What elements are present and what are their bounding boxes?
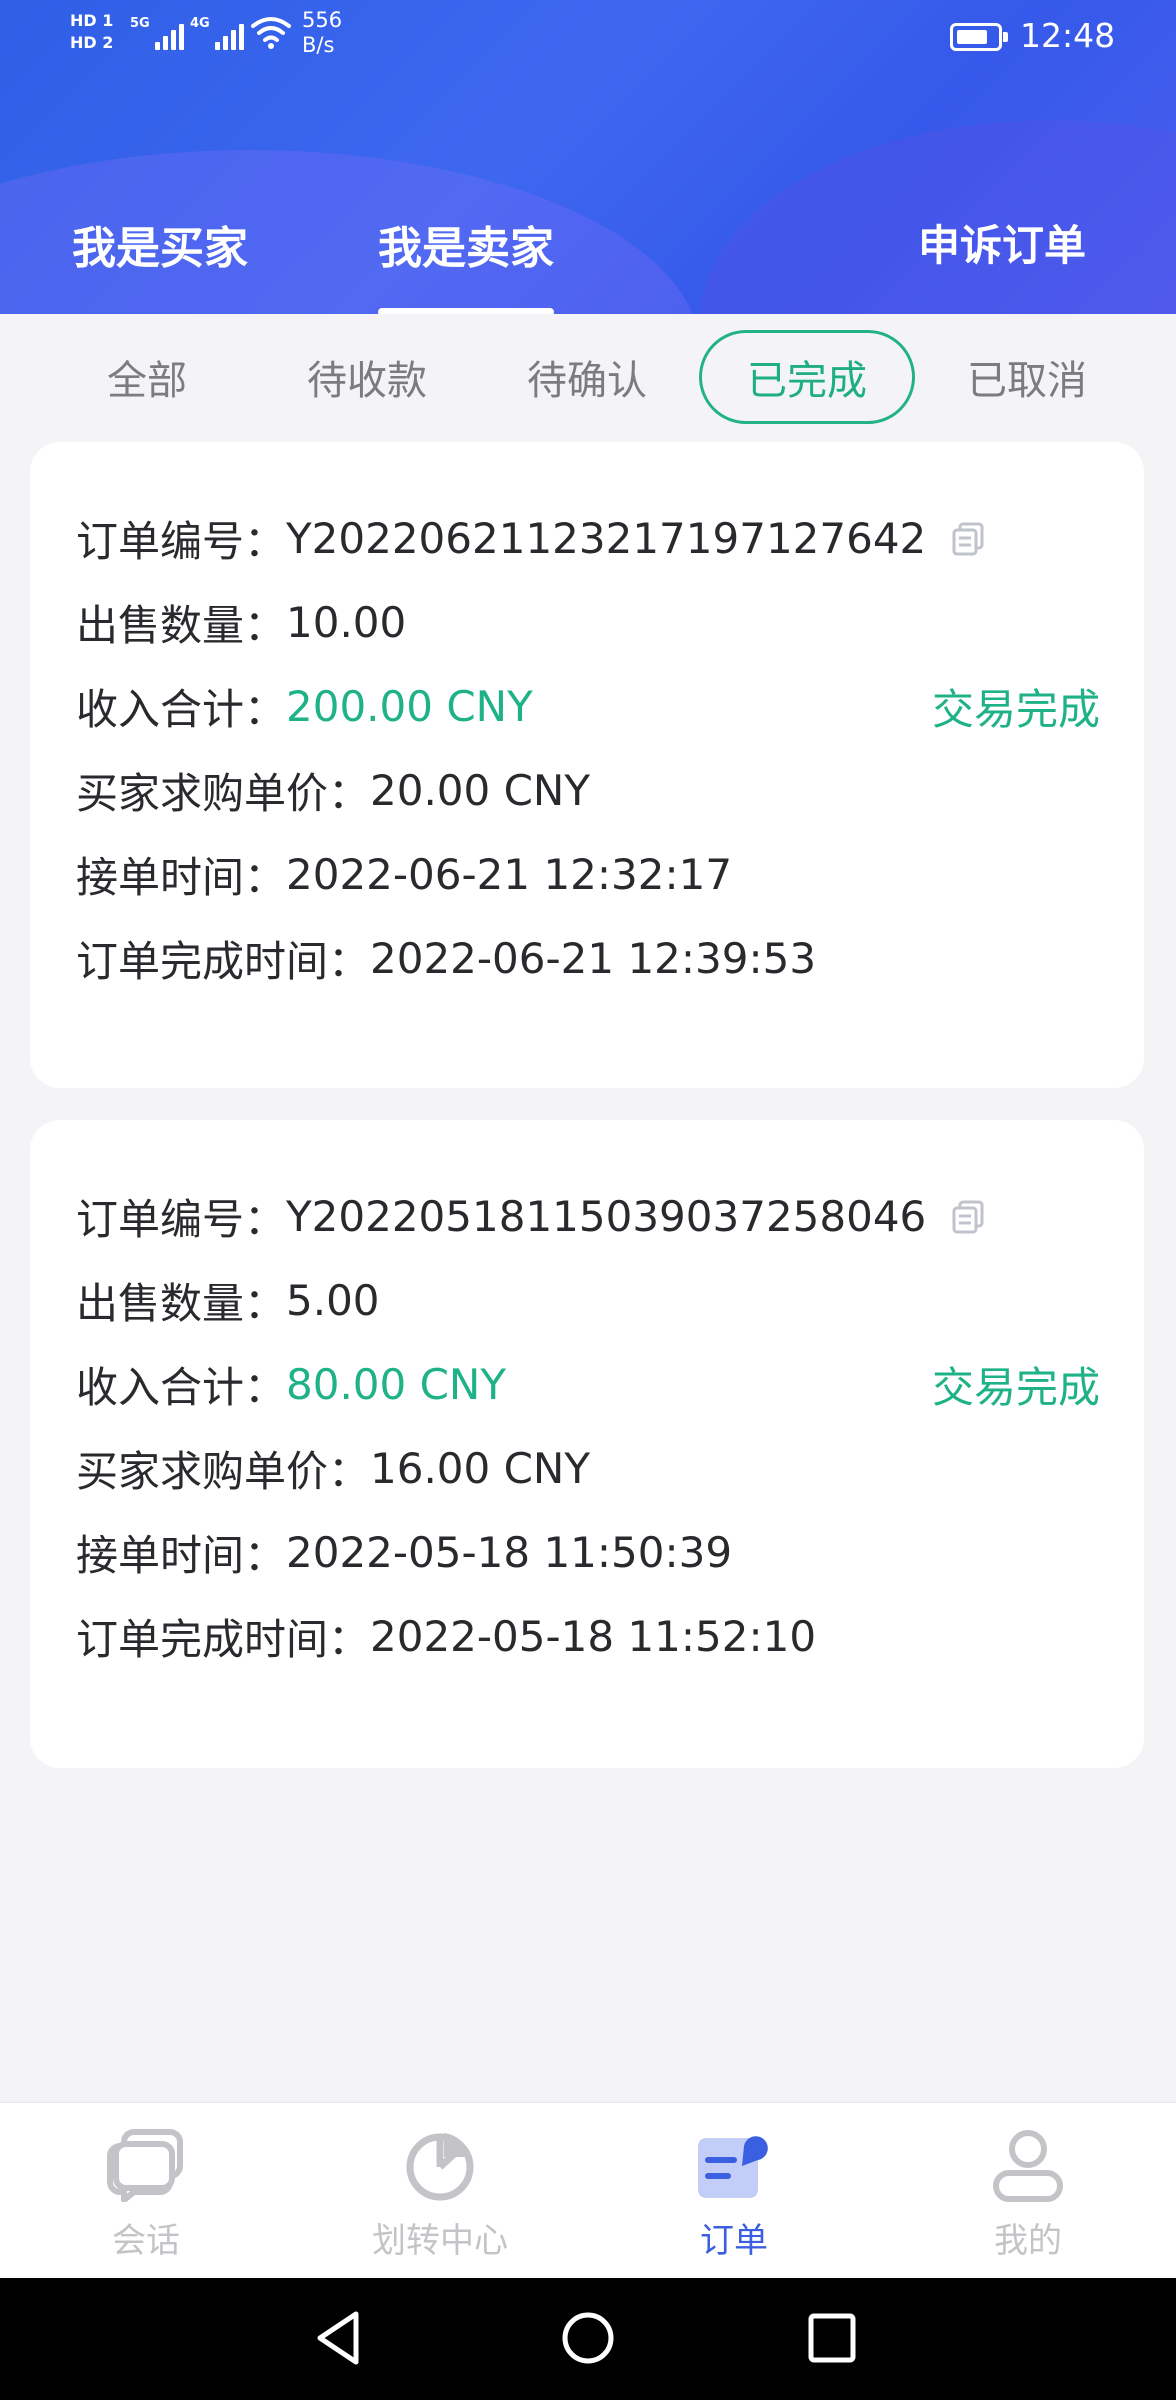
clock: 12:48	[1020, 16, 1116, 55]
nav-transfer-center-label: 划转中心	[372, 2221, 508, 2261]
accept-time-label: 接单时间：	[76, 853, 287, 902]
system-nav-bar	[0, 2278, 1176, 2400]
order-number-row: 订单编号： Y20220621123217197127642	[76, 508, 988, 569]
home-icon[interactable]	[560, 2308, 616, 2368]
unit-price-row: 买家求购单价： 16.00 CNY	[76, 1438, 590, 1499]
unit-price-row: 买家求购单价： 20.00 CNY	[76, 760, 590, 821]
unit-price-label: 买家求购单价：	[76, 769, 371, 818]
tab-seller[interactable]: 我是卖家	[378, 212, 554, 314]
back-icon[interactable]	[312, 2308, 364, 2368]
quantity-row: 出售数量： 10.00	[76, 592, 406, 653]
person-icon	[993, 2130, 1063, 2202]
network-type-label: 4G	[190, 16, 210, 31]
header: HD 1 HD 2 5G 4G 556 B/s 12:48 我是买家 我是卖家 …	[0, 0, 1176, 314]
appeal-order-button[interactable]: 申诉订单	[918, 212, 1086, 273]
status-bar: HD 1 HD 2 5G 4G 556 B/s 12:48	[0, 0, 1176, 80]
income-value: 200.00 CNY	[286, 682, 533, 731]
quantity-row: 出售数量： 5.00	[76, 1270, 380, 1331]
order-number-label: 订单编号：	[76, 1195, 287, 1244]
income-row: 收入合计： 80.00 CNY	[76, 1354, 506, 1415]
income-value: 80.00 CNY	[286, 1360, 507, 1409]
complete-time-row: 订单完成时间： 2022-05-18 11:52:10	[76, 1606, 816, 1667]
network-speed-unit: B/s	[302, 33, 335, 57]
income-row: 收入合计： 200.00 CNY	[76, 676, 533, 737]
order-number-label: 订单编号：	[76, 517, 287, 566]
nav-mine[interactable]: 我的	[928, 2103, 1128, 2279]
income-label: 收入合计：	[76, 685, 287, 734]
accept-time-value: 2022-05-18 11:50:39	[286, 1528, 733, 1577]
order-number-row: 订单编号： Y20220518115039037258046	[76, 1186, 988, 1247]
status-badge: 交易完成	[931, 1363, 1100, 1412]
income-label: 收入合计：	[76, 1363, 287, 1412]
order-number-value: Y20220621123217197127642	[286, 514, 927, 563]
copy-icon[interactable]	[950, 1198, 988, 1236]
nav-orders[interactable]: 订单	[634, 2103, 834, 2279]
accept-time-row: 接单时间： 2022-05-18 11:50:39	[76, 1522, 732, 1583]
sim2-label: HD 2	[70, 33, 114, 52]
complete-time-label: 订单完成时间：	[76, 937, 371, 986]
filter-completed[interactable]: 已完成	[699, 330, 915, 424]
complete-time-row: 订单完成时间： 2022-06-21 12:39:53	[76, 928, 816, 989]
quantity-value: 10.00	[286, 598, 407, 647]
accept-time-row: 接单时间： 2022-06-21 12:32:17	[76, 844, 732, 905]
tab-buyer[interactable]: 我是买家	[72, 212, 248, 276]
complete-time-value: 2022-05-18 11:52:10	[370, 1612, 817, 1661]
sim1-label: HD 1	[70, 11, 114, 30]
battery-icon	[950, 23, 1008, 51]
nav-chat[interactable]: 会话	[46, 2103, 246, 2279]
signal-4g-icon: 4G	[190, 16, 244, 50]
status-filter-bar: 全部 待收款 待确认 已完成 已取消	[0, 314, 1176, 442]
complete-time-value: 2022-06-21 12:39:53	[370, 934, 817, 983]
chat-icon	[107, 2129, 183, 2202]
network-speed: 556 B/s	[302, 8, 342, 58]
order-card[interactable]: 订单编号： Y20220621123217197127642 出售数量： 10.…	[30, 442, 1144, 1088]
sim-indicator: HD 1 HD 2	[70, 10, 120, 54]
pie-chart-icon	[406, 2133, 474, 2201]
nav-transfer-center[interactable]: 划转中心	[340, 2103, 540, 2279]
quantity-value: 5.00	[286, 1276, 380, 1325]
nav-chat-label: 会话	[112, 2221, 180, 2261]
order-number-value: Y20220518115039037258046	[286, 1192, 927, 1241]
filter-all[interactable]: 全部	[39, 330, 255, 424]
filter-pending-payment[interactable]: 待收款	[259, 330, 475, 424]
signal-5g-icon: 5G	[130, 16, 184, 50]
bottom-nav: 会话 划转中心 订单 我的	[0, 2102, 1176, 2278]
wifi-icon	[251, 17, 291, 49]
complete-time-label: 订单完成时间：	[76, 1615, 371, 1664]
unit-price-label: 买家求购单价：	[76, 1447, 371, 1496]
quantity-label: 出售数量：	[76, 601, 287, 650]
network-speed-value: 556	[302, 8, 343, 32]
nav-mine-label: 我的	[994, 2221, 1062, 2261]
network-type-label: 5G	[130, 16, 150, 31]
quantity-label: 出售数量：	[76, 1279, 287, 1328]
status-badge: 交易完成	[931, 685, 1100, 734]
accept-time-value: 2022-06-21 12:32:17	[286, 850, 733, 899]
unit-price-value: 20.00 CNY	[370, 766, 591, 815]
role-tabs: 我是买家 我是卖家 申诉订单	[0, 200, 1176, 314]
order-icon	[698, 2136, 768, 2198]
filter-pending-confirm[interactable]: 待确认	[479, 330, 695, 424]
accept-time-label: 接单时间：	[76, 1531, 287, 1580]
unit-price-value: 16.00 CNY	[370, 1444, 591, 1493]
recent-apps-icon[interactable]	[806, 2308, 858, 2368]
order-card[interactable]: 订单编号： Y20220518115039037258046 出售数量： 5.0…	[30, 1120, 1144, 1768]
filter-cancelled[interactable]: 已取消	[919, 330, 1135, 424]
copy-icon[interactable]	[950, 520, 988, 558]
nav-orders-label: 订单	[700, 2221, 768, 2261]
